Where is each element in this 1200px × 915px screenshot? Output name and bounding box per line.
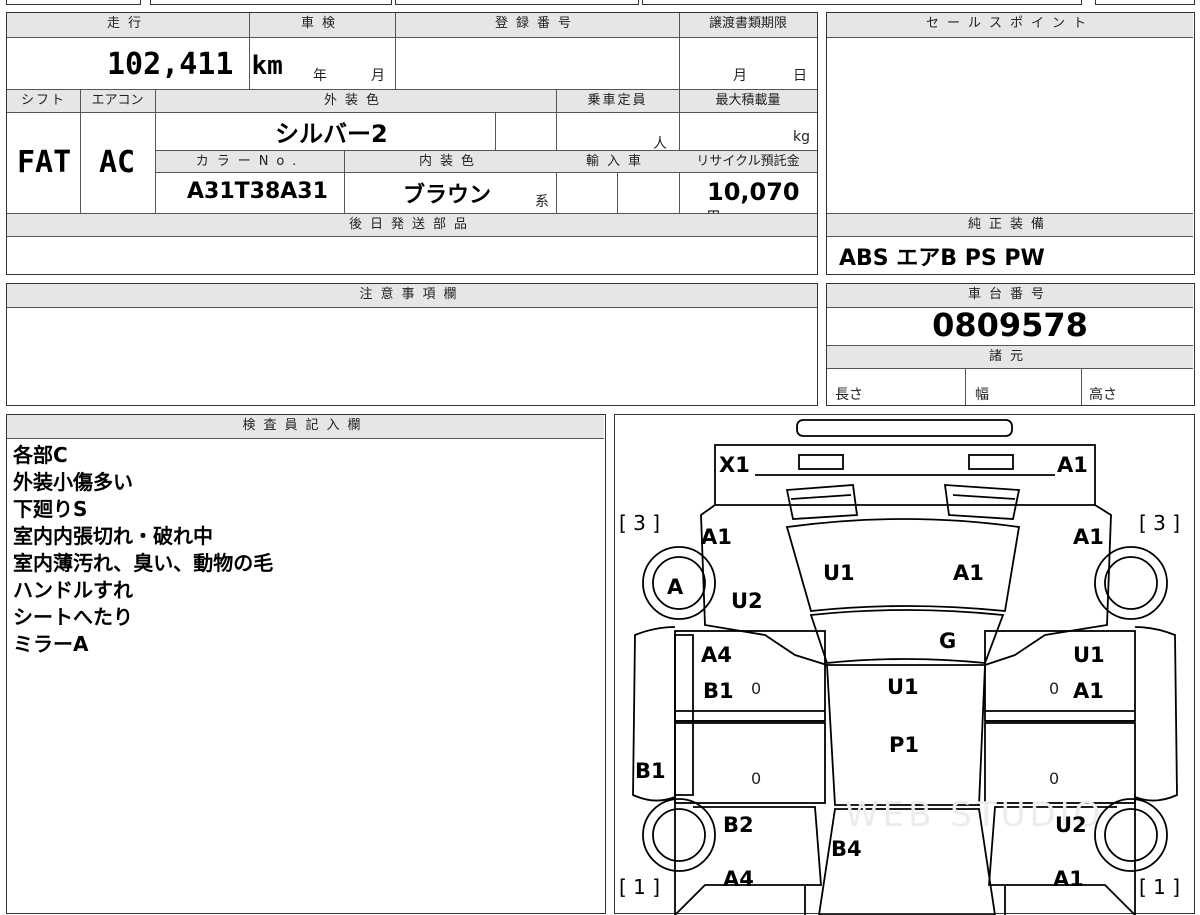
- inspector-notes: 各部C 外装小傷多い 下廻りS 室内内張切れ・破れ中 室内薄汚れ、臭い、動物の毛…: [13, 442, 273, 658]
- max-load-header: 最大積載量: [679, 90, 817, 112]
- code-front-fender-left: A1: [701, 525, 732, 549]
- code-trunk: B4: [831, 837, 862, 861]
- color-no-header: カラーNo.: [156, 151, 344, 172]
- code-windshield: G: [939, 629, 957, 653]
- note-line: シートへたり: [13, 605, 133, 629]
- shift-header: シフト: [7, 90, 80, 112]
- code-front-bumper-left: X1: [719, 453, 750, 477]
- code-front-left-lower: U2: [731, 589, 763, 613]
- top-strip: [0, 0, 1200, 6]
- note-line: ミラーA: [13, 632, 89, 656]
- exterior-color-value: シルバー2: [275, 120, 388, 148]
- equipment-header: 純正装備: [827, 214, 1193, 236]
- chassis-number-header: 車台番号: [827, 284, 1193, 307]
- code-front-door-right-u: U1: [1073, 643, 1105, 667]
- code-front-left-wheel: A: [667, 575, 684, 599]
- spec-width: 幅: [975, 387, 989, 403]
- code-rear-fender-right: U2: [1055, 813, 1087, 837]
- capacity-header: 乗車定員: [556, 90, 679, 112]
- transfer-deadline-header: 譲渡書類期限: [679, 13, 817, 37]
- inspection-year: 年: [313, 68, 327, 84]
- note-line: 室内薄汚れ、臭い、動物の毛: [13, 551, 274, 575]
- mileage-unit: km: [251, 51, 283, 81]
- code-front-door-left-a: A4: [701, 643, 732, 667]
- tire-rating-rear-right: [ 1 ]: [1139, 875, 1181, 899]
- note-line: 室内内張切れ・破れ中: [13, 524, 213, 548]
- mileage-value: 102,411 km: [107, 47, 283, 82]
- code-roof-rear: P1: [889, 733, 920, 757]
- recycle-fee-header: リサイクル預託金: [679, 151, 817, 172]
- note-line: 各部C: [13, 443, 68, 467]
- shift-value: FAT: [17, 145, 72, 180]
- note-line: 下廻りS: [13, 497, 88, 521]
- sales-point-box: セールスポイント 純正装備 ABS エアB PS PW: [826, 12, 1195, 275]
- note-line: ハンドルすれ: [13, 578, 133, 602]
- interior-color-suffix: 系: [535, 194, 549, 210]
- car-diagram-box: WEB STUDIO [ 3 ] [ 3 ] [ 1 ] [ 1 ] X1 A1…: [614, 414, 1195, 915]
- caution-box: 注意事項欄: [6, 283, 818, 406]
- inspector-box: 検査員記入欄 各部C 外装小傷多い 下廻りS 室内内張切れ・破れ中 室内薄汚れ、…: [6, 414, 606, 914]
- import-header: 輸入車: [556, 151, 679, 172]
- door-zero: 0: [751, 769, 762, 788]
- max-load-unit: kg: [793, 129, 810, 145]
- interior-color-header: 内装色: [345, 151, 556, 172]
- chassis-box: 車台番号 0809578 諸元 長さ 幅 高さ: [826, 283, 1195, 406]
- color-no-value: A31T38A31: [187, 179, 328, 204]
- door-zero: 0: [1049, 679, 1060, 698]
- caution-header: 注意事項欄: [7, 284, 817, 307]
- note-line: 外装小傷多い: [13, 470, 133, 494]
- specs-header: 諸元: [827, 346, 1193, 368]
- inspection-month: 月: [371, 68, 385, 84]
- door-zero: 0: [751, 679, 762, 698]
- deadline-month: 月: [733, 68, 747, 84]
- door-zero: 0: [1049, 769, 1060, 788]
- code-left-sill: B1: [635, 759, 666, 783]
- spec-height: 高さ: [1089, 387, 1117, 403]
- code-front-bumper-right: A1: [1057, 453, 1088, 477]
- tire-rating-front-right: [ 3 ]: [1139, 511, 1181, 535]
- chassis-number-value: 0809578: [932, 306, 1088, 344]
- registration-header: 登録番号: [395, 13, 679, 37]
- mileage-number: 102,411: [107, 47, 234, 82]
- code-rear-bumper-left: A4: [723, 867, 754, 891]
- deadline-day: 日: [793, 68, 807, 84]
- interior-color-value: ブラウン: [403, 183, 492, 208]
- code-front-door-left-b: B1: [703, 679, 734, 703]
- aircon-header: エアコン: [80, 90, 155, 112]
- code-hood-right: A1: [953, 561, 984, 585]
- code-rear-fender-left: B2: [723, 813, 754, 837]
- code-front-door-right-a: A1: [1073, 679, 1104, 703]
- code-front-fender-right: A1: [1073, 525, 1104, 549]
- vehicle-info-box: 走行 車検 登録番号 譲渡書類期限 102,411 km 年 月 月 日 シフト…: [6, 12, 818, 275]
- code-hood-left: U1: [823, 561, 855, 585]
- code-roof: U1: [887, 675, 919, 699]
- exterior-color-header: 外装色: [155, 90, 556, 112]
- sales-point-header: セールスポイント: [827, 13, 1193, 37]
- later-parts-header: 後日発送部品: [7, 214, 817, 236]
- equipment-value: ABS エアB PS PW: [839, 246, 1045, 271]
- tire-rating-front-left: [ 3 ]: [619, 511, 661, 535]
- code-rear-bumper-right: A1: [1053, 867, 1084, 891]
- inspector-header: 検査員記入欄: [7, 415, 604, 438]
- inspection-header: 車検: [249, 13, 395, 37]
- mileage-header: 走行: [7, 13, 249, 37]
- spec-length: 長さ: [835, 387, 863, 403]
- tire-rating-rear-left: [ 1 ]: [619, 875, 661, 899]
- aircon-value: AC: [99, 145, 136, 180]
- recycle-fee-number: 10,070: [707, 178, 800, 206]
